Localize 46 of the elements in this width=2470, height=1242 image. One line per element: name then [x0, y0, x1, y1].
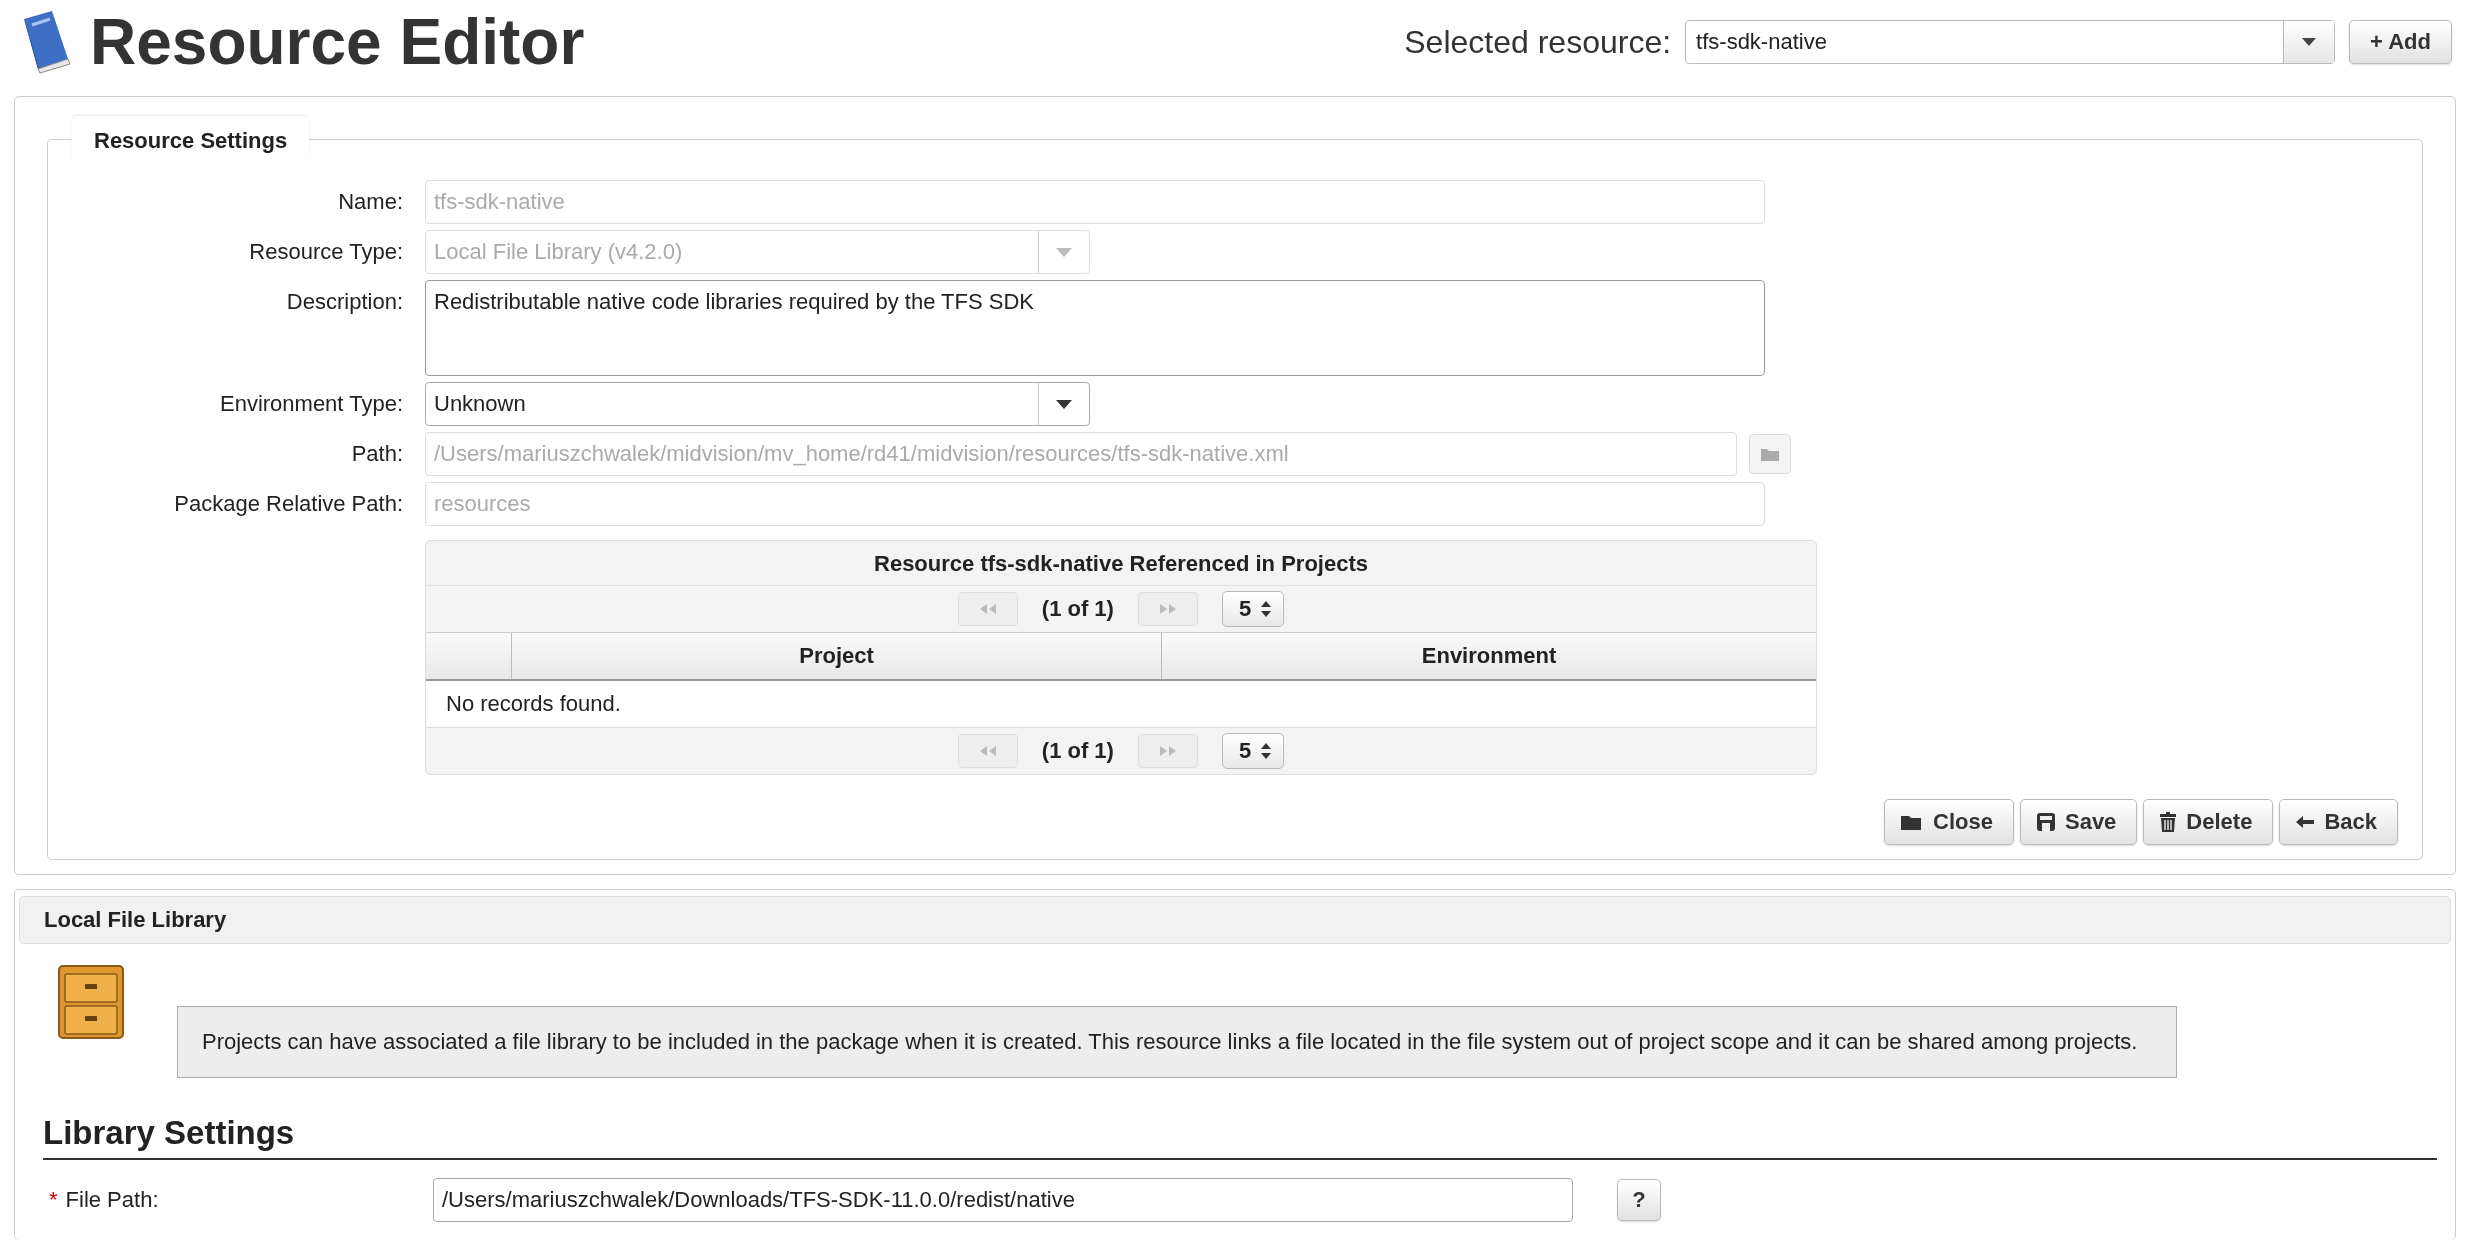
rows-per-page-select[interactable]: 5 [1221, 591, 1285, 627]
add-button[interactable]: + Add [2349, 20, 2452, 64]
caret-icon [1056, 247, 1072, 257]
next-page-button[interactable] [1137, 734, 1198, 768]
close-button[interactable]: Close [1884, 799, 2014, 845]
back-button[interactable]: Back [2279, 799, 2398, 845]
fieldset-legend: Resource Settings [72, 116, 310, 162]
page-info: (1 of 1) [1041, 738, 1114, 764]
trash-icon [2160, 812, 2177, 832]
select-field[interactable]: Unknown [425, 382, 1090, 426]
save-button[interactable]: Save [2019, 799, 2138, 845]
selector-label: Selected resource: [1404, 23, 1672, 61]
delete-button[interactable]: Delete [2143, 799, 2274, 845]
up-down-arrows-icon [1261, 743, 1272, 759]
folder-icon [1760, 446, 1780, 462]
field-label: Environment Type: [218, 390, 403, 418]
folder-icon [1901, 813, 1924, 831]
file-path-field[interactable]: /Users/mariuszchwalek/Downloads/TFS-SDK-11.0.0/redist/native [433, 1178, 1573, 1222]
left-arrow-icon [2296, 816, 2315, 828]
caret-icon [2302, 38, 2317, 46]
field-label: Name: [337, 188, 403, 216]
next-page-button[interactable] [1137, 592, 1198, 626]
description-field[interactable]: Redistributable native code libraries required by the TFS SDK [425, 280, 1765, 376]
required-mark: * [49, 1187, 58, 1213]
resource-dropdown[interactable]: tfs-sdk-native [1685, 20, 2336, 64]
column-header[interactable]: Environment [1161, 633, 1816, 679]
panel-header: Local File Library [19, 896, 2451, 944]
section-heading: Library Settings [43, 1114, 2437, 1160]
field-label: Package Relative Path: [173, 490, 403, 518]
field-label: Path: [350, 440, 403, 468]
rows-per-page-select[interactable]: 5 [1221, 733, 1285, 769]
info-message: Projects can have associated a file library to be included in the package when it is created. This resource links a file located in the file system out of project scope and it can be shared among projects. [177, 1006, 2177, 1078]
field-label: File Path: [65, 1187, 159, 1213]
field-label: Resource Type: [248, 238, 403, 266]
empty-message: No records found. [426, 681, 1816, 728]
up-down-arrows-icon [1261, 601, 1272, 617]
help-button[interactable]: ? [1617, 1179, 1661, 1221]
column-header[interactable]: Project [511, 633, 1161, 679]
caret-icon [1056, 399, 1072, 409]
table-title: Resource tfs-sdk-native Referenced in Projects [426, 541, 1816, 586]
browse-button[interactable] [1749, 434, 1791, 474]
previous-page-button[interactable] [957, 734, 1018, 768]
previous-page-button[interactable] [957, 592, 1018, 626]
page-title: Resource Editor [90, 5, 585, 79]
field-label: Description: [285, 288, 403, 316]
page-info: (1 of 1) [1041, 596, 1114, 622]
